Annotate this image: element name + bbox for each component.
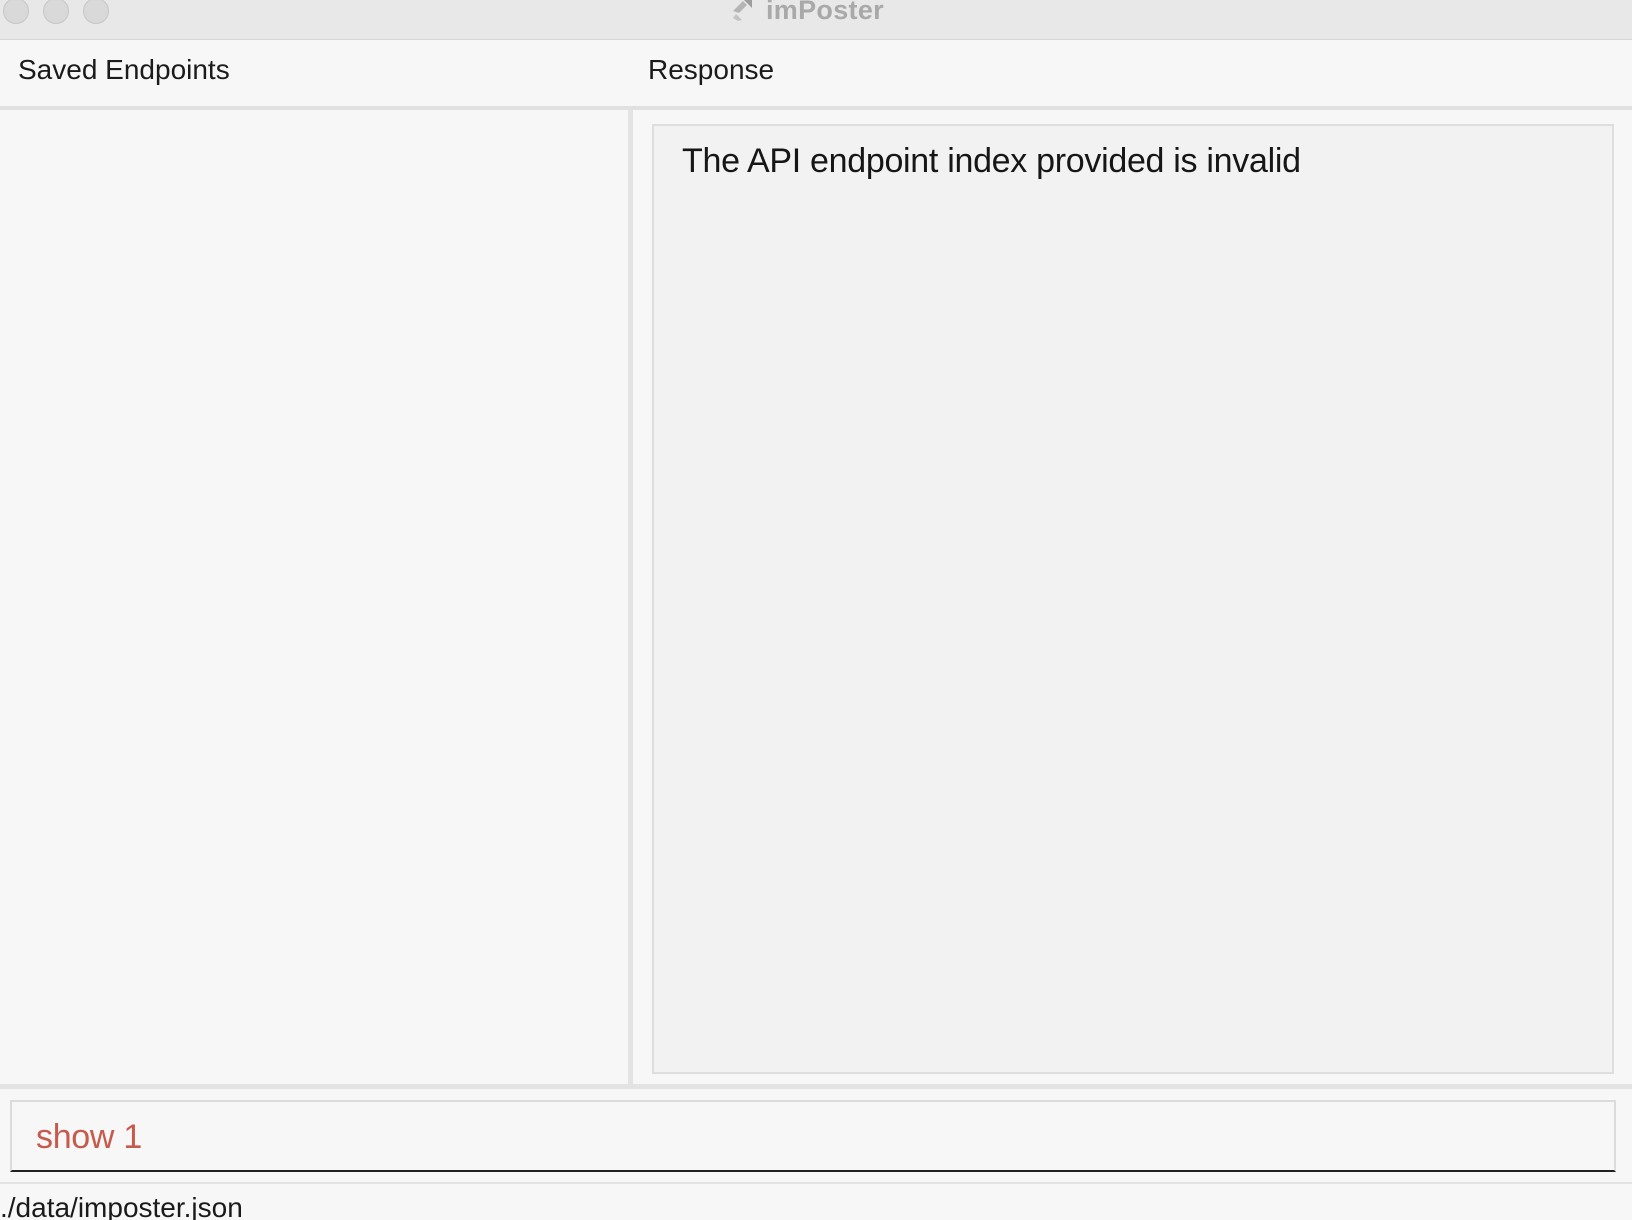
imposter-logo-icon (730, 0, 756, 23)
status-bar-file-path: ./data/imposter.json (0, 1192, 243, 1220)
minimize-window-button[interactable] (43, 0, 69, 24)
pane-splitter[interactable] (628, 110, 633, 1086)
response-message: The API endpoint index provided is inval… (682, 142, 1301, 180)
window-title: imPoster (766, 0, 884, 25)
response-header: Response (648, 54, 775, 85)
close-window-button[interactable] (3, 0, 29, 24)
command-input[interactable]: show 1 (10, 1100, 1616, 1172)
panel-headers: Saved Endpoints Response (0, 40, 1632, 110)
maximize-window-button[interactable] (83, 0, 109, 24)
saved-endpoints-header: Saved Endpoints (18, 54, 230, 85)
app-window: imPoster Saved Endpoints Response The AP… (0, 0, 1632, 1220)
saved-endpoints-list[interactable] (0, 110, 628, 1086)
horizontal-divider (0, 1084, 1632, 1089)
status-bar-divider (0, 1182, 1632, 1184)
window-title-group: imPoster (730, 0, 884, 26)
command-input-value: show 1 (36, 1118, 142, 1156)
response-panel[interactable]: The API endpoint index provided is inval… (652, 124, 1614, 1074)
title-bar: imPoster (0, 0, 1632, 40)
